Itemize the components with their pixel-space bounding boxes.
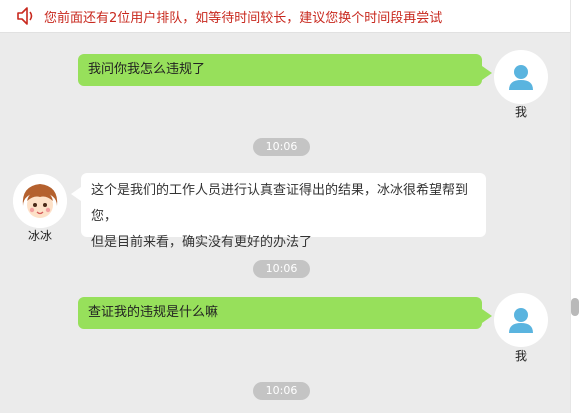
message-line: 这个是我们的工作人员进行认真查证得出的结果，冰冰很希望帮到您， (91, 183, 469, 224)
agent-avatar[interactable] (13, 174, 67, 228)
speaker-icon (16, 5, 38, 27)
message-line: 但是目前来看，确实没有更好的办法了 (91, 235, 313, 250)
my-message-bubble: 我问你我怎么违规了 (78, 54, 492, 86)
user-icon (509, 308, 533, 333)
user-icon (509, 65, 533, 90)
timestamp-pill: 10:06 (253, 260, 310, 278)
timestamp-pill: 10:06 (253, 382, 310, 400)
message-text: 查证我的违规是什么嘛 (88, 305, 219, 320)
queue-notice-bar: 您前面还有2位用户排队，如等待时间较长，建议您换个时间段再尝试 (0, 0, 570, 33)
user-name-label: 我 (514, 349, 527, 363)
message-text: 我问你我怎么违规了 (88, 62, 206, 77)
user-avatar[interactable] (494, 293, 548, 347)
scrollbar[interactable] (570, 0, 580, 413)
agent-message-bubble: 这个是我们的工作人员进行认真查证得出的结果，冰冰很希望帮到您， 但是目前来看，确… (71, 173, 486, 250)
my-message-bubble: 查证我的违规是什么嘛 (78, 297, 492, 329)
user-name-label: 我 (514, 105, 527, 119)
user-avatar[interactable] (494, 50, 548, 104)
agent-avatar-icon (13, 174, 67, 228)
timestamp-pill: 10:06 (253, 138, 310, 156)
queue-notice-text: 您前面还有2位用户排队，如等待时间较长，建议您换个时间段再尝试 (44, 10, 443, 26)
scrollbar-thumb[interactable] (571, 298, 579, 316)
agent-name-label: 冰冰 (27, 229, 52, 243)
